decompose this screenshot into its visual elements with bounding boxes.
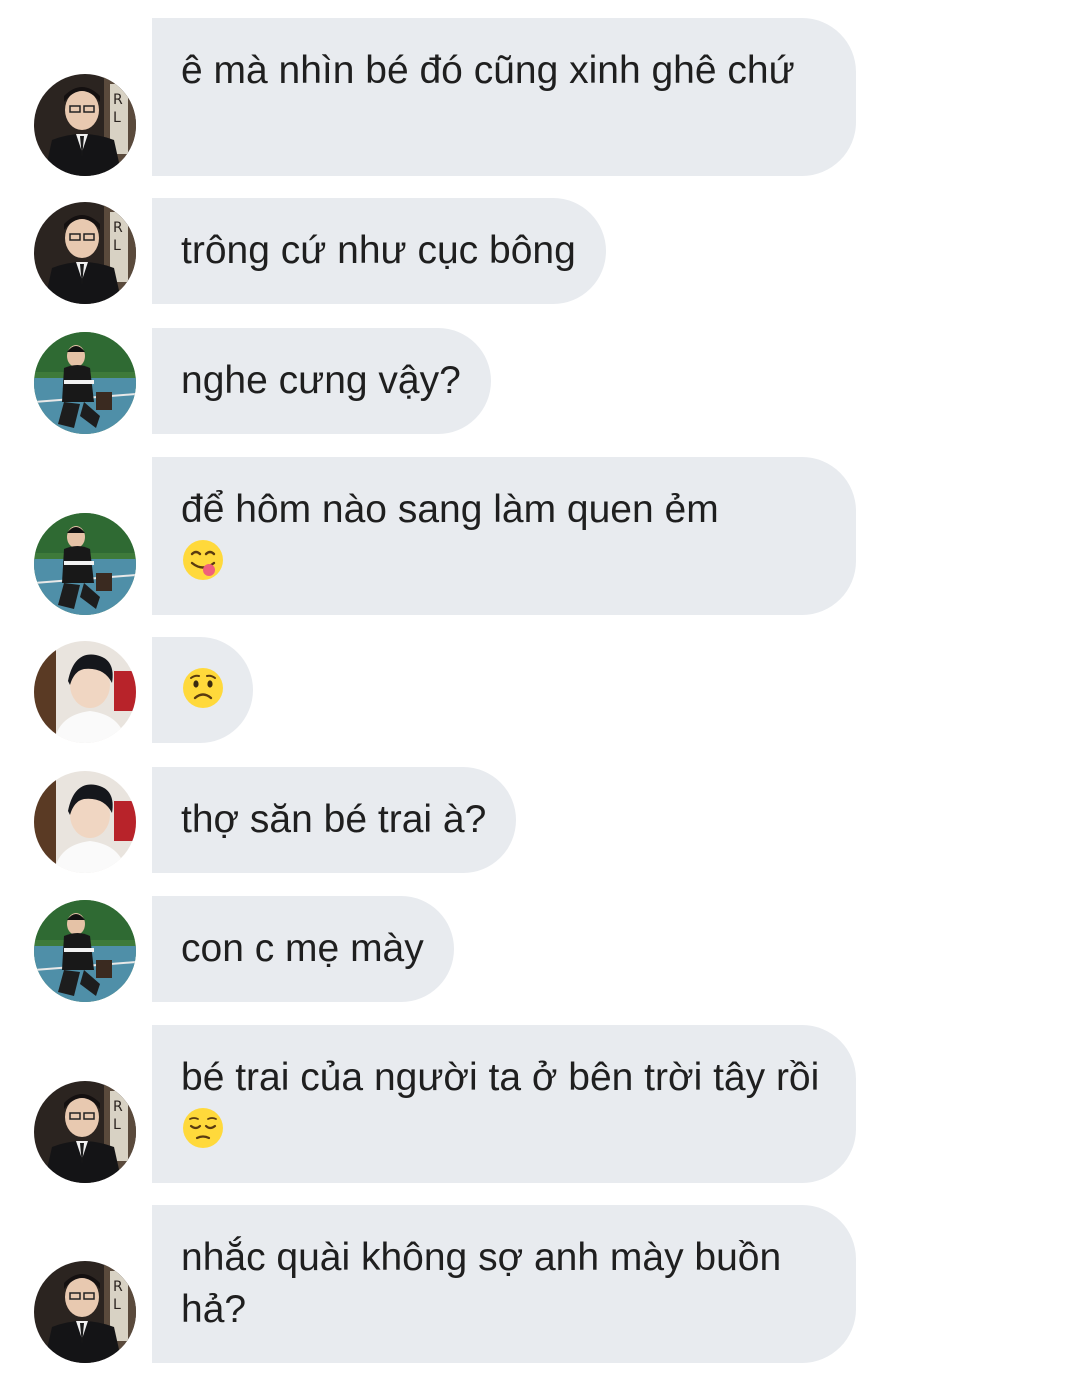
message-text: nhắc quài không sợ anh mày buồn hả? <box>181 1236 782 1331</box>
avatar[interactable] <box>34 641 136 743</box>
chat-thread: ê mà nhìn bé đó cũng xinh ghê chứ trông … <box>0 0 1080 1374</box>
court-avatar-image <box>34 513 136 615</box>
message-row: trông cứ như cục bông <box>0 198 1080 304</box>
message-row: để hôm nào sang làm quen ẻm <box>0 457 1080 615</box>
pensive-face-icon <box>181 1106 225 1150</box>
avatar[interactable] <box>34 1081 136 1183</box>
white-shirt-avatar-image <box>34 641 136 743</box>
message-bubble[interactable] <box>152 637 253 743</box>
avatar[interactable] <box>34 900 136 1002</box>
message-text: thợ săn bé trai à? <box>181 798 487 841</box>
avatar[interactable] <box>34 1261 136 1363</box>
suit-avatar-image <box>34 1081 136 1183</box>
message-row <box>0 637 1080 743</box>
message-row: con c mẹ mày <box>0 896 1080 1002</box>
suit-avatar-image <box>34 1261 136 1363</box>
white-shirt-avatar-image <box>34 771 136 873</box>
message-bubble[interactable]: bé trai của người ta ở bên trời tây rồi <box>152 1025 856 1183</box>
message-text: ê mà nhìn bé đó cũng xinh ghê chứ <box>181 49 795 92</box>
message-bubble[interactable]: trông cứ như cục bông <box>152 198 606 304</box>
message-bubble[interactable]: con c mẹ mày <box>152 896 454 1002</box>
face-savoring-food-icon <box>181 538 225 582</box>
worried-face-icon <box>181 666 225 710</box>
message-text: con c mẹ mày <box>181 927 424 970</box>
message-text: nghe cưng vậy? <box>181 359 461 402</box>
message-bubble[interactable]: để hôm nào sang làm quen ẻm <box>152 457 856 615</box>
court-avatar-image <box>34 332 136 434</box>
avatar[interactable] <box>34 202 136 304</box>
message-bubble[interactable]: ê mà nhìn bé đó cũng xinh ghê chứ <box>152 18 856 176</box>
message-row: nghe cưng vậy? <box>0 328 1080 434</box>
message-bubble[interactable]: nhắc quài không sợ anh mày buồn hả? <box>152 1205 856 1363</box>
message-bubble[interactable]: thợ săn bé trai à? <box>152 767 517 873</box>
message-text: bé trai của người ta ở bên trời tây rồi <box>181 1056 820 1099</box>
avatar[interactable] <box>34 332 136 434</box>
court-avatar-image <box>34 900 136 1002</box>
avatar[interactable] <box>34 513 136 615</box>
message-bubble[interactable]: nghe cưng vậy? <box>152 328 491 434</box>
suit-avatar-image <box>34 74 136 176</box>
message-row: thợ săn bé trai à? <box>0 767 1080 873</box>
suit-avatar-image <box>34 202 136 304</box>
avatar[interactable] <box>34 771 136 873</box>
message-row: nhắc quài không sợ anh mày buồn hả? <box>0 1205 1080 1363</box>
message-text: trông cứ như cục bông <box>181 229 576 272</box>
message-row: ê mà nhìn bé đó cũng xinh ghê chứ <box>0 18 1080 176</box>
message-text: để hôm nào sang làm quen ẻm <box>181 488 719 531</box>
avatar[interactable] <box>34 74 136 176</box>
message-row: bé trai của người ta ở bên trời tây rồi <box>0 1025 1080 1183</box>
